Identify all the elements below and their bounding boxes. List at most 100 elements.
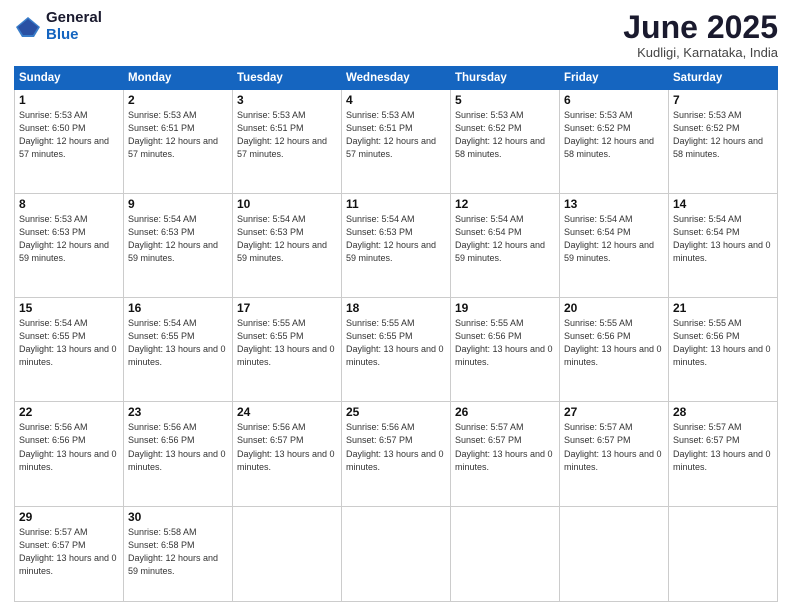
calendar-cell: [233, 506, 342, 602]
day-number: 23: [128, 405, 228, 419]
calendar-cell: 16 Sunrise: 5:54 AMSunset: 6:55 PMDayligh…: [124, 298, 233, 402]
calendar-cell: 21Sunrise: 5:55 AMSunset: 6:56 PMDayligh…: [669, 298, 778, 402]
day-number: 28: [673, 405, 773, 419]
day-info: Sunrise: 5:57 AMSunset: 6:57 PMDaylight:…: [19, 527, 117, 576]
day-info: Sunrise: 5:56 AMSunset: 6:57 PMDaylight:…: [237, 422, 335, 471]
day-info: Sunrise: 5:53 AMSunset: 6:51 PMDaylight:…: [128, 110, 218, 159]
calendar-cell: 12 Sunrise: 5:54 AMSunset: 6:54 PMDayligh…: [451, 194, 560, 298]
calendar-cell: 14 Sunrise: 5:54 AMSunset: 6:54 PMDayligh…: [669, 194, 778, 298]
day-number: 7: [673, 93, 773, 107]
day-info: Sunrise: 5:55 AMSunset: 6:55 PMDaylight:…: [237, 318, 335, 367]
day-info: Sunrise: 5:54 AMSunset: 6:54 PMDaylight:…: [673, 214, 771, 263]
calendar-cell: 26 Sunrise: 5:57 AMSunset: 6:57 PMDayligh…: [451, 402, 560, 506]
calendar-week-5: 29 Sunrise: 5:57 AMSunset: 6:57 PMDayligh…: [15, 506, 778, 602]
calendar-cell: 9Sunrise: 5:54 AMSunset: 6:53 PMDaylight…: [124, 194, 233, 298]
calendar-cell: [451, 506, 560, 602]
day-number: 3: [237, 93, 337, 107]
day-info: Sunrise: 5:54 AMSunset: 6:55 PMDaylight:…: [19, 318, 117, 367]
logo-blue-text: Blue: [46, 27, 102, 44]
calendar-cell: 13 Sunrise: 5:54 AMSunset: 6:54 PMDayligh…: [560, 194, 669, 298]
col-saturday: Saturday: [669, 67, 778, 90]
col-thursday: Thursday: [451, 67, 560, 90]
day-info: Sunrise: 5:57 AMSunset: 6:57 PMDaylight:…: [564, 422, 662, 471]
col-monday: Monday: [124, 67, 233, 90]
day-info: Sunrise: 5:53 AMSunset: 6:52 PMDaylight:…: [564, 110, 654, 159]
calendar-cell: 28 Sunrise: 5:57 AMSunset: 6:57 PMDayligh…: [669, 402, 778, 506]
calendar-cell: 17 Sunrise: 5:55 AMSunset: 6:55 PMDayligh…: [233, 298, 342, 402]
calendar-cell: 15 Sunrise: 5:54 AMSunset: 6:55 PMDayligh…: [15, 298, 124, 402]
calendar-cell: 27Sunrise: 5:57 AMSunset: 6:57 PMDayligh…: [560, 402, 669, 506]
title-section: June 2025 Kudligi, Karnataka, India: [623, 10, 778, 60]
day-info: Sunrise: 5:53 AMSunset: 6:52 PMDaylight:…: [455, 110, 545, 159]
calendar-cell: [560, 506, 669, 602]
logo: General Blue: [14, 10, 102, 43]
calendar-week-4: 22 Sunrise: 5:56 AMSunset: 6:56 PMDayligh…: [15, 402, 778, 506]
page: General Blue June 2025 Kudligi, Karnatak…: [0, 0, 792, 612]
location: Kudligi, Karnataka, India: [623, 45, 778, 60]
calendar-week-2: 8 Sunrise: 5:53 AMSunset: 6:53 PMDaylight…: [15, 194, 778, 298]
day-info: Sunrise: 5:54 AMSunset: 6:54 PMDaylight:…: [455, 214, 545, 263]
day-number: 18: [346, 301, 446, 315]
day-number: 11: [346, 197, 446, 211]
day-info: Sunrise: 5:54 AMSunset: 6:55 PMDaylight:…: [128, 318, 226, 367]
calendar-cell: 29 Sunrise: 5:57 AMSunset: 6:57 PMDayligh…: [15, 506, 124, 602]
day-info: Sunrise: 5:56 AMSunset: 6:56 PMDaylight:…: [19, 422, 117, 471]
day-number: 13: [564, 197, 664, 211]
day-info: Sunrise: 5:55 AMSunset: 6:56 PMDaylight:…: [455, 318, 553, 367]
day-number: 19: [455, 301, 555, 315]
day-number: 26: [455, 405, 555, 419]
day-number: 6: [564, 93, 664, 107]
day-info: Sunrise: 5:54 AMSunset: 6:53 PMDaylight:…: [237, 214, 327, 263]
day-number: 21: [673, 301, 773, 315]
day-number: 12: [455, 197, 555, 211]
day-info: Sunrise: 5:54 AMSunset: 6:54 PMDaylight:…: [564, 214, 654, 263]
day-info: Sunrise: 5:54 AMSunset: 6:53 PMDaylight:…: [346, 214, 436, 263]
day-number: 22: [19, 405, 119, 419]
calendar-body: 1Sunrise: 5:53 AMSunset: 6:50 PMDaylight…: [15, 90, 778, 602]
day-number: 8: [19, 197, 119, 211]
day-number: 15: [19, 301, 119, 315]
calendar-cell: 3 Sunrise: 5:53 AMSunset: 6:51 PMDaylight…: [233, 90, 342, 194]
calendar-cell: 5 Sunrise: 5:53 AMSunset: 6:52 PMDaylight…: [451, 90, 560, 194]
calendar-cell: 2Sunrise: 5:53 AMSunset: 6:51 PMDaylight…: [124, 90, 233, 194]
calendar-cell: 10 Sunrise: 5:54 AMSunset: 6:53 PMDayligh…: [233, 194, 342, 298]
day-info: Sunrise: 5:53 AMSunset: 6:51 PMDaylight:…: [237, 110, 327, 159]
top-section: General Blue June 2025 Kudligi, Karnatak…: [14, 10, 778, 60]
calendar-cell: 19 Sunrise: 5:55 AMSunset: 6:56 PMDayligh…: [451, 298, 560, 402]
day-number: 9: [128, 197, 228, 211]
day-number: 14: [673, 197, 773, 211]
col-sunday: Sunday: [15, 67, 124, 90]
day-info: Sunrise: 5:57 AMSunset: 6:57 PMDaylight:…: [455, 422, 553, 471]
day-number: 17: [237, 301, 337, 315]
day-number: 24: [237, 405, 337, 419]
day-number: 25: [346, 405, 446, 419]
day-number: 10: [237, 197, 337, 211]
logo-general-text: General: [46, 10, 102, 27]
calendar-table: Sunday Monday Tuesday Wednesday Thursday…: [14, 66, 778, 602]
day-number: 29: [19, 510, 119, 524]
month-title: June 2025: [623, 10, 778, 45]
day-info: Sunrise: 5:53 AMSunset: 6:50 PMDaylight:…: [19, 110, 109, 159]
calendar-cell: 22 Sunrise: 5:56 AMSunset: 6:56 PMDayligh…: [15, 402, 124, 506]
day-number: 16: [128, 301, 228, 315]
day-info: Sunrise: 5:53 AMSunset: 6:52 PMDaylight:…: [673, 110, 763, 159]
day-number: 20: [564, 301, 664, 315]
day-number: 5: [455, 93, 555, 107]
day-info: Sunrise: 5:55 AMSunset: 6:55 PMDaylight:…: [346, 318, 444, 367]
calendar-cell: 30Sunrise: 5:58 AMSunset: 6:58 PMDayligh…: [124, 506, 233, 602]
day-info: Sunrise: 5:55 AMSunset: 6:56 PMDaylight:…: [564, 318, 662, 367]
calendar-week-3: 15 Sunrise: 5:54 AMSunset: 6:55 PMDayligh…: [15, 298, 778, 402]
logo-text: General Blue: [46, 10, 102, 43]
logo-icon: [14, 13, 42, 41]
header-row: Sunday Monday Tuesday Wednesday Thursday…: [15, 67, 778, 90]
col-friday: Friday: [560, 67, 669, 90]
day-info: Sunrise: 5:53 AMSunset: 6:51 PMDaylight:…: [346, 110, 436, 159]
calendar-week-1: 1Sunrise: 5:53 AMSunset: 6:50 PMDaylight…: [15, 90, 778, 194]
calendar-cell: 18 Sunrise: 5:55 AMSunset: 6:55 PMDayligh…: [342, 298, 451, 402]
day-info: Sunrise: 5:56 AMSunset: 6:56 PMDaylight:…: [128, 422, 226, 471]
calendar-cell: 11 Sunrise: 5:54 AMSunset: 6:53 PMDayligh…: [342, 194, 451, 298]
calendar-cell: 1Sunrise: 5:53 AMSunset: 6:50 PMDaylight…: [15, 90, 124, 194]
day-info: Sunrise: 5:53 AMSunset: 6:53 PMDaylight:…: [19, 214, 109, 263]
day-info: Sunrise: 5:57 AMSunset: 6:57 PMDaylight:…: [673, 422, 771, 471]
day-info: Sunrise: 5:58 AMSunset: 6:58 PMDaylight:…: [128, 527, 218, 576]
